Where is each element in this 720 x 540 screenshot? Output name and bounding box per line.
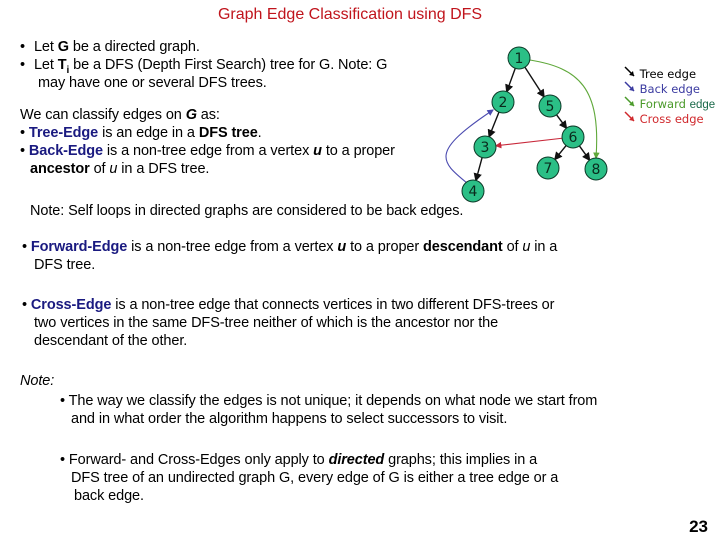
tree-edge-definition: • Tree-Edge is an edge in a DFS tree. bbox=[20, 125, 262, 141]
bullet-dot: • bbox=[60, 452, 65, 468]
intro-bullet-1: • Let G be a directed graph. bbox=[20, 39, 200, 55]
edge-cross-6-3 bbox=[494, 137, 563, 149]
graph-node-6: 6 bbox=[561, 125, 585, 149]
node-label: 3 bbox=[481, 140, 490, 156]
nodes-layer: 1 2 3 4 567 8 bbox=[461, 46, 608, 203]
graph-node-8: 8 bbox=[584, 157, 608, 181]
graph-node-1: 1 bbox=[507, 46, 531, 70]
note-bullet-2-line2: DFS tree of an undirected graph G, every… bbox=[71, 470, 559, 486]
node-label: 7 bbox=[544, 161, 553, 177]
forward-edge-definition-cont: DFS tree. bbox=[34, 257, 96, 273]
term-tree-edge: Tree-Edge bbox=[28, 125, 99, 141]
tree-edge-arrow-icon bbox=[624, 66, 635, 77]
bullet-dot: • bbox=[20, 39, 25, 55]
term-back-edge: Back-Edge bbox=[28, 143, 103, 159]
slide-title: Graph Edge Classification using DFS bbox=[217, 6, 483, 23]
legend-item-forward: Forward edge bbox=[624, 96, 715, 111]
back-edge-definition-cont: ancestor of u in a DFS tree. bbox=[30, 161, 210, 177]
note-bullet-1: • The way we classify the edges is not u… bbox=[60, 393, 598, 409]
graph-node-2: 2 bbox=[491, 90, 515, 114]
node-label: 2 bbox=[499, 95, 508, 111]
self-loop-note: Note: Self loops in directed graphs are … bbox=[30, 203, 464, 219]
bullet-dot: • bbox=[20, 57, 25, 73]
edge-tree-2-3 bbox=[487, 111, 500, 139]
bullet-dot: • bbox=[20, 125, 25, 141]
dfs-graph-diagram: 1 2 3 4 567 8 bbox=[445, 46, 608, 203]
forward-edge-definition: • Forward-Edge is a non-tree edge from a… bbox=[22, 239, 558, 255]
bullet-dot: • bbox=[22, 297, 27, 313]
bullet-dot: • bbox=[22, 239, 27, 255]
edge-tree-1-2 bbox=[505, 68, 516, 93]
edge-tree-6-7 bbox=[554, 145, 567, 161]
note-bullet-1-cont: and in what order the algorithm happens … bbox=[71, 411, 508, 427]
node-label: 8 bbox=[592, 162, 601, 178]
graph-node-5: 5 bbox=[538, 94, 562, 118]
cross-edge-definition-line3: descendant of the other. bbox=[34, 333, 188, 349]
forward-edge-arrow-icon bbox=[624, 96, 635, 107]
back-edge-definition: • Back-Edge is a non-tree edge from a ve… bbox=[20, 143, 395, 159]
node-label: 5 bbox=[546, 99, 555, 115]
legend-item-tree: Tree edge bbox=[624, 66, 715, 81]
edge-tree-3-4 bbox=[473, 157, 483, 182]
edges-layer bbox=[445, 59, 600, 184]
graph-node-7: 7 bbox=[536, 156, 560, 180]
page-number: 23 bbox=[689, 517, 708, 536]
cross-edge-arrow-icon bbox=[624, 111, 635, 122]
edge-tree-1-5 bbox=[524, 66, 545, 98]
edge-legend: Tree edge Back edge Forward edge Cross e… bbox=[624, 66, 715, 126]
legend-item-cross: Cross edge bbox=[624, 111, 715, 126]
intro-bullet-2-cont: may have one or several DFS trees. bbox=[38, 75, 267, 91]
legend-item-back: Back edge bbox=[624, 81, 715, 96]
back-edge-arrow-icon bbox=[624, 81, 635, 92]
term-cross-edge: Cross-Edge bbox=[30, 297, 112, 313]
term-forward-edge: Forward-Edge bbox=[30, 239, 128, 255]
bullet-dot: • bbox=[60, 393, 65, 409]
graph-node-4: 4 bbox=[461, 179, 485, 203]
classify-lead: We can classify edges on G as: bbox=[20, 107, 220, 123]
edge-tree-5-6 bbox=[555, 114, 568, 130]
cross-edge-definition: • Cross-Edge is a non-tree edge that con… bbox=[22, 297, 555, 313]
bullet-dot: • bbox=[20, 143, 25, 159]
graph-node-3: 3 bbox=[473, 135, 497, 159]
note-bullet-2: • Forward- and Cross-Edges only apply to… bbox=[60, 452, 538, 468]
edge-tree-6-8 bbox=[578, 145, 591, 162]
note-bullet-2-line3: back edge. bbox=[74, 488, 144, 504]
node-label: 1 bbox=[515, 51, 524, 67]
cross-edge-definition-line2: two vertices in the same DFS-tree neithe… bbox=[34, 315, 499, 331]
note-label: Note: bbox=[20, 373, 55, 389]
node-label: 4 bbox=[469, 184, 478, 200]
node-label: 6 bbox=[569, 130, 578, 146]
